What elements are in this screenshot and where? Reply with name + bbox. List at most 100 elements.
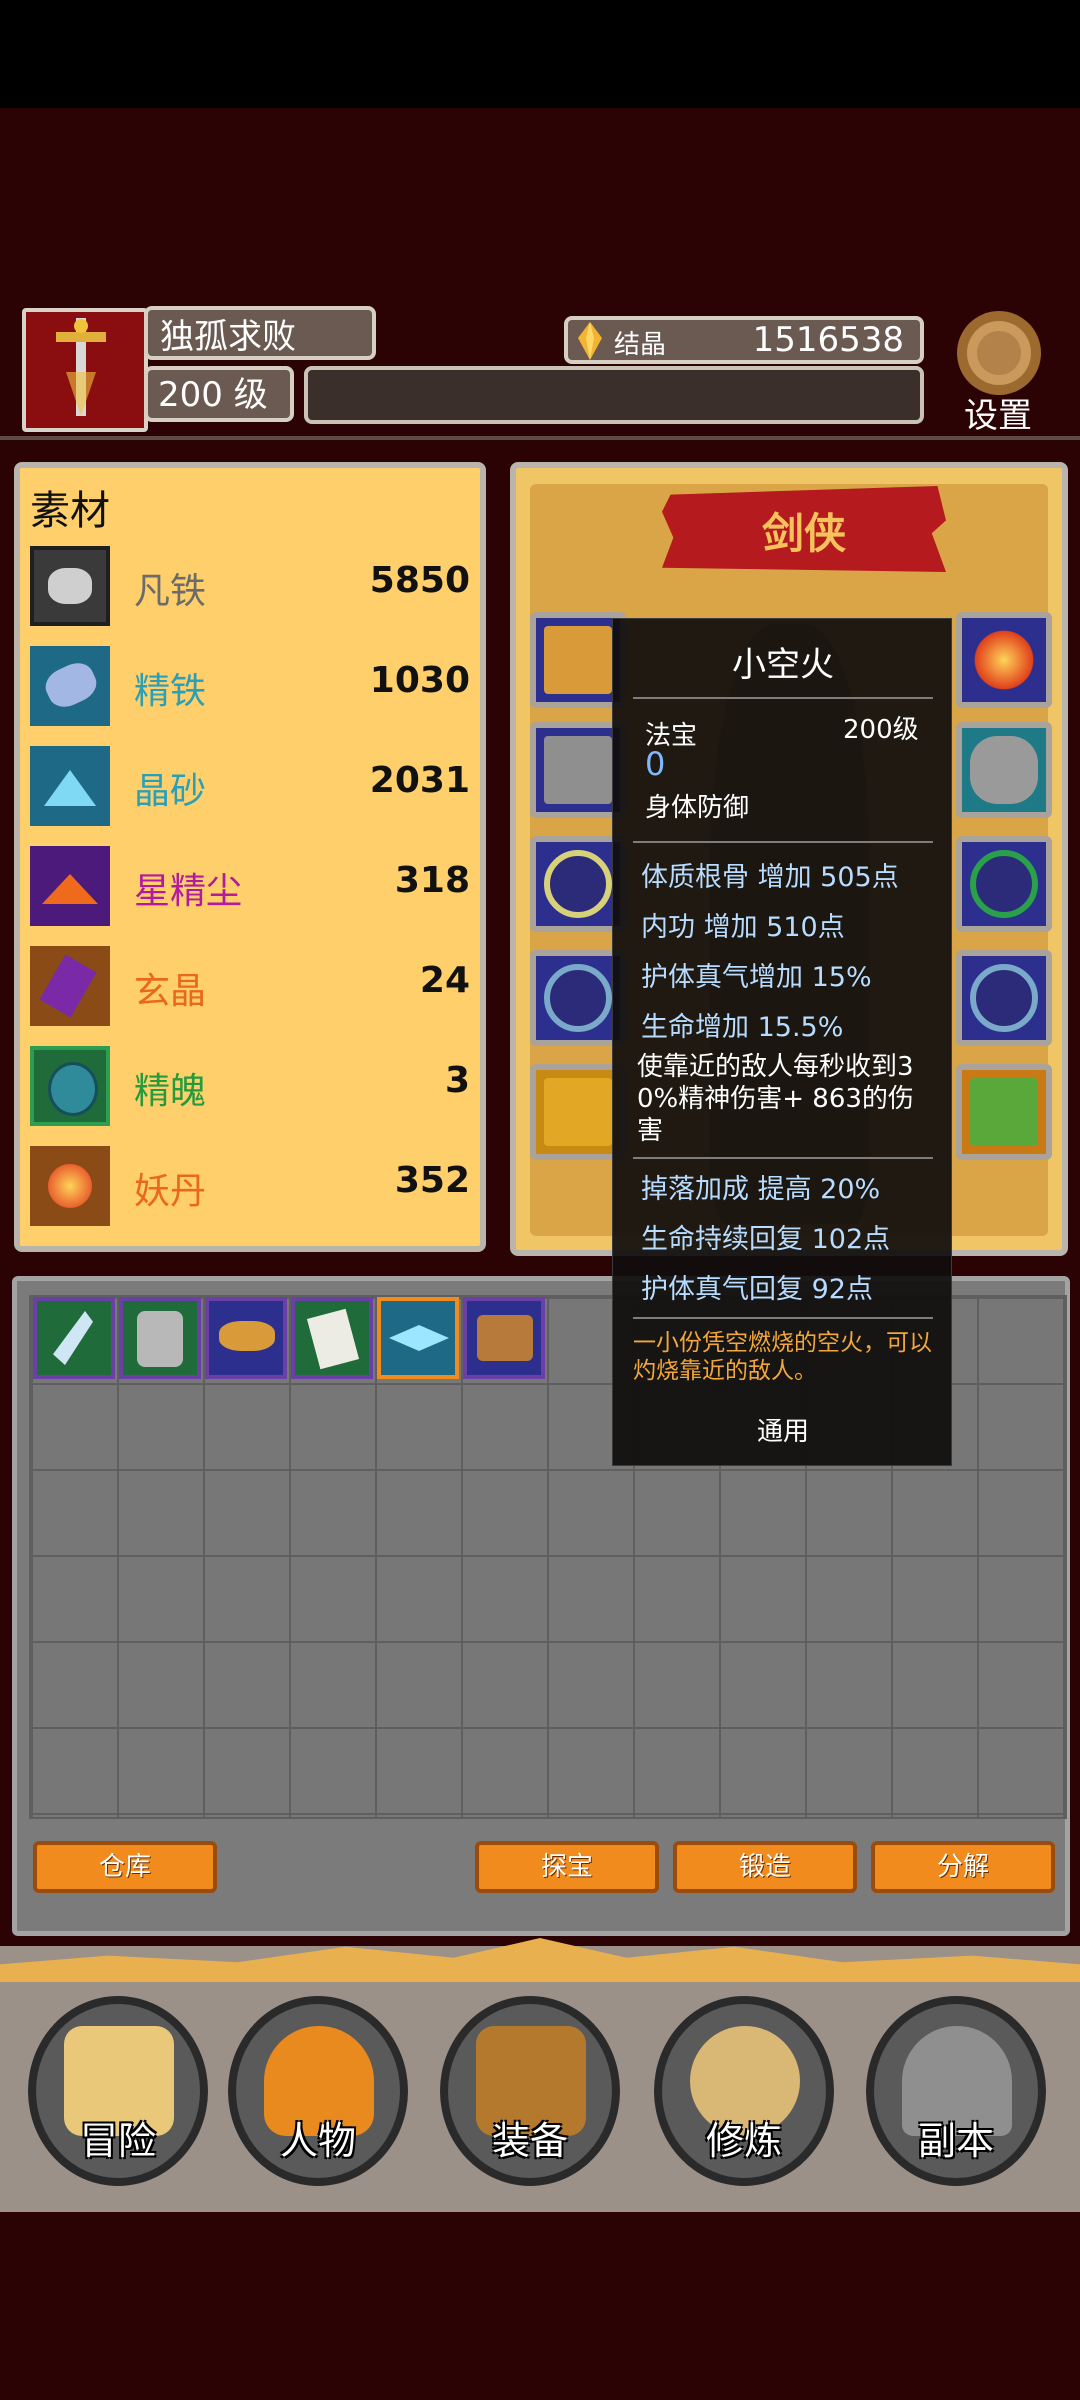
demon-pill-icon bbox=[30, 1146, 110, 1226]
tooltip-value: 0 bbox=[645, 745, 666, 783]
ring-icon bbox=[970, 964, 1038, 1032]
material-count: 5850 bbox=[369, 560, 470, 601]
armor-icon bbox=[137, 1311, 183, 1367]
tooltip-divider bbox=[633, 1157, 933, 1159]
material-name: 星精尘 bbox=[134, 871, 243, 912]
settings-label: 设置 bbox=[964, 396, 1032, 436]
tooltip-stat: 体质根骨 增加 505点 bbox=[641, 862, 899, 893]
warehouse-button[interactable]: 仓库 bbox=[33, 1841, 217, 1893]
nav-label: 冒险 bbox=[79, 2119, 156, 2163]
material-row[interactable]: 玄晶 24 bbox=[30, 942, 470, 1032]
material-row[interactable]: 凡铁 5850 bbox=[30, 542, 470, 632]
material-name: 妖丹 bbox=[134, 1171, 207, 1212]
experience-bar bbox=[304, 366, 924, 424]
tooltip-special: 使靠近的敌人每秒收到30%精神伤害+ 863的伤害 bbox=[637, 1052, 914, 1146]
wolf-icon bbox=[970, 736, 1038, 804]
ring-icon bbox=[544, 964, 612, 1032]
material-count: 2031 bbox=[369, 760, 470, 801]
material-name: 晶砂 bbox=[134, 771, 207, 812]
player-name: 独孤求败 bbox=[144, 306, 376, 360]
inventory-item-selected[interactable] bbox=[377, 1297, 459, 1379]
amulet-icon bbox=[544, 626, 612, 694]
armor-icon bbox=[544, 736, 612, 804]
tooltip-divider bbox=[633, 697, 933, 699]
tooltip-category: 身体防御 bbox=[645, 793, 750, 823]
player-level: 200 级 bbox=[144, 366, 294, 422]
material-name: 精魄 bbox=[134, 1071, 207, 1112]
tooltip-stat: 内功 增加 510点 bbox=[641, 912, 845, 943]
material-row[interactable]: 精铁 1030 bbox=[30, 642, 470, 732]
nav-label: 人物 bbox=[279, 2119, 356, 2163]
equip-slot-bracelet[interactable] bbox=[956, 836, 1052, 932]
material-count: 1030 bbox=[369, 660, 470, 701]
tooltip-stat: 掉落加成 提高 20% bbox=[641, 1174, 881, 1205]
ore-gray-icon bbox=[30, 546, 110, 626]
material-count: 3 bbox=[444, 1060, 470, 1101]
tooltip-description: 一小份凭空燃烧的空火，可以灼烧靠近的敌人。 bbox=[633, 1330, 932, 1384]
forge-button[interactable]: 锻造 bbox=[673, 1841, 857, 1893]
nav-label: 装备 bbox=[491, 2119, 568, 2163]
inventory-item[interactable] bbox=[291, 1297, 373, 1379]
boots-icon bbox=[970, 1078, 1038, 1146]
class-name: 剑侠 bbox=[761, 509, 846, 558]
star-dust-icon bbox=[30, 846, 110, 926]
equip-slot-ring-3[interactable] bbox=[956, 950, 1052, 1046]
nav-label: 副本 bbox=[917, 2119, 994, 2163]
tooltip-footer: 通用 bbox=[756, 1417, 809, 1447]
nav-equipment[interactable]: 装备 bbox=[440, 1996, 620, 2186]
inventory-item[interactable] bbox=[205, 1297, 287, 1379]
materials-title: 素材 bbox=[30, 488, 110, 534]
belt-icon bbox=[477, 1315, 533, 1361]
status-bar-area bbox=[0, 0, 1080, 108]
crystal-currency: 结晶 1516538 bbox=[564, 316, 924, 364]
bracelet-icon bbox=[970, 850, 1038, 918]
bottom-safe-area bbox=[0, 2212, 1080, 2400]
nav-dungeon[interactable]: 副本 bbox=[866, 1996, 1046, 2186]
amulet-icon bbox=[219, 1321, 275, 1351]
treasure-button[interactable]: 探宝 bbox=[475, 1841, 659, 1893]
header-divider bbox=[0, 436, 1080, 440]
crystal-label: 结晶 bbox=[614, 330, 667, 360]
equip-slot-boots[interactable] bbox=[956, 1064, 1052, 1160]
crystal-sand-icon bbox=[30, 746, 110, 826]
crystal-value: 1516538 bbox=[752, 320, 904, 360]
nav-cultivation[interactable]: 修炼 bbox=[654, 1996, 834, 2186]
tooltip-stat: 护体真气回复 92点 bbox=[641, 1274, 873, 1305]
material-count: 24 bbox=[419, 960, 470, 1001]
player-avatar[interactable] bbox=[22, 308, 148, 432]
sword-icon bbox=[544, 1078, 612, 1146]
gear-icon bbox=[957, 311, 1041, 395]
inventory-item[interactable] bbox=[33, 1297, 115, 1379]
fire-icon bbox=[970, 626, 1038, 694]
nav-ornament bbox=[0, 1938, 1080, 1982]
crystal-icon bbox=[578, 322, 602, 360]
inventory-item[interactable] bbox=[119, 1297, 201, 1379]
inventory-item[interactable] bbox=[463, 1297, 545, 1379]
material-row[interactable]: 星精尘 318 bbox=[30, 842, 470, 932]
feather-icon bbox=[53, 1311, 93, 1365]
tooltip-stat: 生命增加 15.5% bbox=[641, 1012, 844, 1043]
dark-crystal-icon bbox=[30, 946, 110, 1026]
equip-slot-pet[interactable] bbox=[956, 722, 1052, 818]
material-name: 玄晶 bbox=[134, 971, 207, 1012]
wing-crystal-icon bbox=[389, 1325, 449, 1351]
nav-character[interactable]: 人物 bbox=[228, 1996, 408, 2186]
tooltip-title: 小空火 bbox=[732, 645, 834, 685]
nav-label: 修炼 bbox=[705, 2119, 782, 2163]
decompose-button[interactable]: 分解 bbox=[871, 1841, 1055, 1893]
material-row[interactable]: 精魄 3 bbox=[30, 1042, 470, 1132]
tooltip-stat: 生命持续回复 102点 bbox=[641, 1224, 891, 1255]
material-count: 318 bbox=[394, 860, 470, 901]
class-ribbon: 剑侠 bbox=[662, 486, 946, 572]
materials-panel: 素材 凡铁 5850 精铁 1030 晶砂 2031 星精尘 318 玄晶 24… bbox=[14, 462, 486, 1252]
settings-button[interactable]: 设置 bbox=[944, 308, 1054, 436]
scroll-icon bbox=[306, 1308, 360, 1370]
material-row[interactable]: 晶砂 2031 bbox=[30, 742, 470, 832]
material-count: 352 bbox=[394, 1160, 470, 1201]
nav-adventure[interactable]: 冒险 bbox=[28, 1996, 208, 2186]
spirit-orb-icon bbox=[30, 1046, 110, 1126]
equip-slot-fire[interactable] bbox=[956, 612, 1052, 708]
ore-blue-icon bbox=[30, 646, 110, 726]
material-row[interactable]: 妖丹 352 bbox=[30, 1142, 470, 1232]
material-name: 精铁 bbox=[134, 671, 207, 712]
